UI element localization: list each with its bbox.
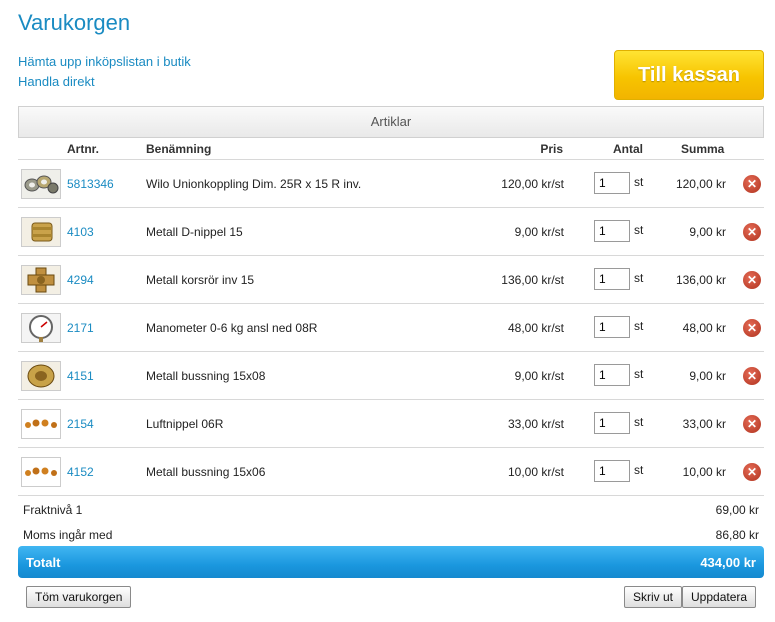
column-header-artnr: Artnr. (67, 142, 100, 156)
product-thumbnail[interactable] (21, 313, 61, 343)
row-sum: 33,00 kr (682, 417, 726, 431)
unit-price: 33,00 kr/st (507, 417, 564, 431)
remove-item-icon[interactable]: ✕ (743, 463, 761, 481)
product-name: Wilo Unionkoppling Dim. 25R x 15 R inv. (146, 177, 362, 191)
product-thumbnail[interactable] (21, 457, 61, 487)
section-header-articles: Artiklar (18, 106, 764, 138)
table-row: 4151 Metall bussning 15x08 9,00 kr/st st 9,0… (18, 352, 764, 400)
row-sum: 48,00 kr (682, 321, 726, 335)
unit-price: 48,00 kr/st (507, 321, 564, 335)
table-row: 4294 Metall korsrör inv 15 136,00 kr/st st 1… (18, 256, 764, 304)
quantity-unit: st (634, 463, 644, 477)
table-row: 4103 Metall D-nippel 15 9,00 kr/st st 9,00 k… (18, 208, 764, 256)
article-number-link[interactable]: 2171 (67, 321, 94, 335)
product-name: Metall bussning 15x06 (146, 465, 266, 479)
quantity-input[interactable] (594, 364, 630, 386)
quantity-unit: st (634, 319, 644, 333)
quantity-input[interactable] (594, 268, 630, 290)
article-number-link[interactable]: 4294 (67, 273, 94, 287)
checkout-button[interactable]: Till kassan (614, 50, 764, 100)
unit-price: 10,00 kr/st (507, 465, 564, 479)
article-number-link[interactable]: 4151 (67, 369, 94, 383)
vat-value: 86,80 kr (715, 528, 759, 542)
quantity-input[interactable] (594, 460, 630, 482)
product-thumbnail[interactable] (21, 265, 61, 295)
product-name: Manometer 0-6 kg ansl ned 08R (146, 321, 318, 335)
column-header-price: Pris (540, 142, 563, 156)
clear-cart-button[interactable]: Töm varukorgen (26, 586, 132, 608)
table-row: 2171 Manometer 0-6 kg ansl ned 08R 48,00 k… (18, 304, 764, 352)
table-row: 4152 Metall bussning 15x06 10,00 kr/st st 10… (18, 448, 764, 496)
remove-item-icon[interactable]: ✕ (743, 415, 761, 433)
total-bar: Totalt 434,00 kr (18, 546, 764, 578)
table-row: 5813346 Wilo Unionkoppling Dim. 25R x 15 … (18, 160, 764, 208)
remove-item-icon[interactable]: ✕ (743, 319, 761, 337)
product-thumbnail[interactable] (21, 361, 61, 391)
vat-label: Moms ingår med (23, 528, 113, 542)
quantity-unit: st (634, 271, 644, 285)
quantity-unit: st (634, 175, 644, 189)
pickup-in-store-link[interactable]: Hämta upp inköpslistan i butik (18, 52, 191, 72)
quantity-input[interactable] (594, 220, 630, 242)
shipping-value: 69,00 kr (715, 503, 759, 517)
quantity-unit: st (634, 367, 644, 381)
remove-item-icon[interactable]: ✕ (743, 175, 761, 193)
print-button[interactable]: Skriv ut (624, 586, 683, 608)
column-header-qty: Antal (613, 142, 643, 156)
quantity-input[interactable] (594, 316, 630, 338)
product-name: Metall korsrör inv 15 (146, 273, 255, 287)
product-name: Metall D-nippel 15 (146, 225, 243, 239)
article-number-link[interactable]: 2154 (67, 417, 94, 431)
quantity-input[interactable] (594, 172, 630, 194)
unit-price: 120,00 kr/st (501, 177, 564, 191)
quantity-unit: st (634, 415, 644, 429)
column-header-name: Benämning (146, 142, 212, 156)
update-button[interactable]: Uppdatera (682, 586, 757, 608)
cart-links: Hämta upp inköpslistan i butik Handla di… (18, 52, 191, 92)
shop-direct-link[interactable]: Handla direkt (18, 72, 191, 92)
product-thumbnail[interactable] (21, 169, 61, 199)
remove-item-icon[interactable]: ✕ (743, 223, 761, 241)
quantity-input[interactable] (594, 412, 630, 434)
row-sum: 9,00 kr (689, 225, 726, 239)
quantity-unit: st (634, 223, 644, 237)
product-name: Metall bussning 15x08 (146, 369, 266, 383)
unit-price: 9,00 kr/st (514, 225, 564, 239)
row-sum: 9,00 kr (689, 369, 726, 383)
page-title: Varukorgen (18, 10, 131, 35)
column-header-sum: Summa (681, 142, 725, 156)
product-thumbnail[interactable] (21, 217, 61, 247)
row-sum: 10,00 kr (682, 465, 726, 479)
product-thumbnail[interactable] (21, 409, 61, 439)
unit-price: 136,00 kr/st (501, 273, 564, 287)
row-sum: 120,00 kr (675, 177, 726, 191)
remove-item-icon[interactable]: ✕ (743, 367, 761, 385)
total-value: 434,00 kr (700, 555, 756, 570)
article-number-link[interactable]: 4152 (67, 465, 94, 479)
row-sum: 136,00 kr (675, 273, 726, 287)
unit-price: 9,00 kr/st (514, 369, 564, 383)
article-number-link[interactable]: 5813346 (67, 177, 114, 191)
product-name: Luftnippel 06R (146, 417, 224, 431)
shipping-label: Fraktnivå 1 (23, 503, 83, 517)
table-row: 2154 Luftnippel 06R 33,00 kr/st st 33,00 kr ✕ (18, 400, 764, 448)
remove-item-icon[interactable]: ✕ (743, 271, 761, 289)
total-label: Totalt (26, 555, 61, 570)
article-number-link[interactable]: 4103 (67, 225, 94, 239)
